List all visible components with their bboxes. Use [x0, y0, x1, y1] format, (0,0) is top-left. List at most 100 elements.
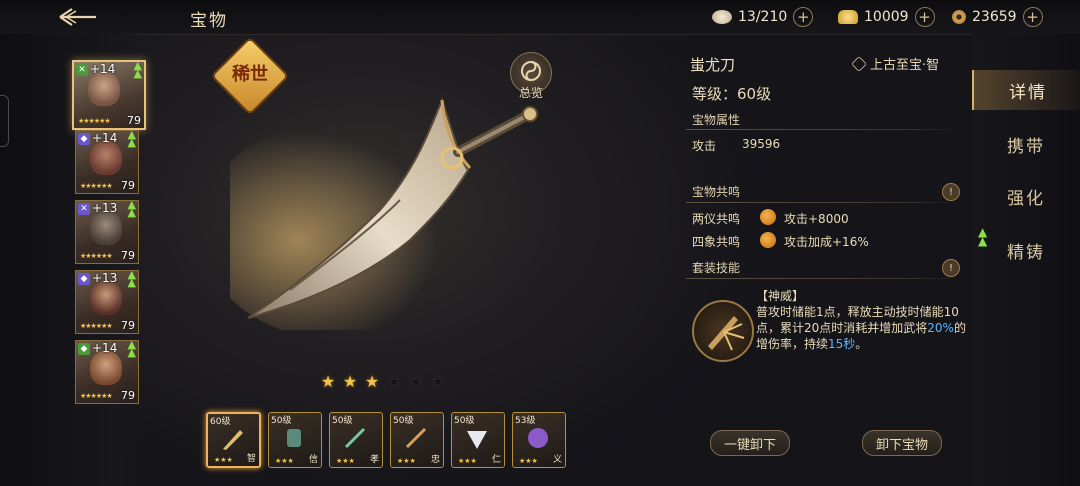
slot-stars: ★★★: [336, 457, 355, 465]
treasure-tag-text: 上古至宝·智: [870, 58, 940, 73]
add-coin-button[interactable]: +: [1022, 7, 1043, 27]
hero-type-badge-icon: ✕: [78, 203, 90, 215]
set-skill-info-icon[interactable]: !: [942, 259, 960, 277]
tab-refine[interactable]: 精铸: [972, 230, 1080, 270]
slot-char: 智: [246, 454, 256, 464]
treasure-slot[interactable]: 50级 ★★★ 孝: [329, 412, 383, 468]
add-gold-button[interactable]: +: [914, 7, 935, 27]
hero-portrait: [90, 211, 122, 245]
gold-ingot-icon: [838, 10, 858, 24]
skill-description: 【神威】 普攻时储能1点，释放主动技时储能10点，累计20点时消耗并增加武将20…: [756, 288, 970, 352]
page-title: 宝物: [190, 11, 228, 31]
feather-fan-icon: [467, 431, 487, 449]
hero-card[interactable]: ✕ +13 ▲ ▲ ★★★★★★ 79: [75, 199, 139, 264]
set-skill-section-title: 套装技能: [692, 261, 741, 275]
skill-duration: 15秒: [828, 337, 856, 351]
hero-portrait: [90, 281, 122, 315]
upgrade-arrow-icon: ▲ ▲: [978, 225, 988, 248]
back-arrow-icon[interactable]: [58, 6, 98, 28]
tab-details[interactable]: 详情: [972, 70, 1080, 110]
blade-icon: [223, 430, 243, 450]
star-filled-icon: ★: [320, 372, 336, 391]
armor-icon: [287, 429, 301, 447]
weapon-image: [230, 97, 538, 330]
treasure-name: 蚩尤刀: [690, 56, 736, 74]
treasure-slot[interactable]: 50级 ★★★ 信: [268, 412, 322, 468]
hero-stars: ★★★★★★: [80, 252, 113, 260]
side-handle[interactable]: [0, 95, 9, 147]
hero-plus: +14: [92, 131, 118, 145]
hero-plus: +13: [92, 271, 118, 285]
upgrade-arrow-icon: ▲ ▲: [127, 128, 136, 149]
resonance-name: 四象共鸣: [692, 235, 741, 249]
tab-carry[interactable]: 携带: [972, 124, 1080, 164]
hero-level: 79: [127, 114, 141, 127]
slot-char: 仁: [491, 455, 501, 465]
resonance-effect: 攻击加成+16%: [784, 235, 869, 249]
slot-stars: ★★★: [214, 456, 233, 464]
hero-card[interactable]: ◆ +13 ▲ ▲ ★★★★★★ 79: [75, 268, 139, 334]
skill-desc-3: 。: [855, 337, 868, 351]
tag-hex-icon: [851, 55, 867, 72]
treasure-slot[interactable]: 50级 ★★★ 仁: [451, 412, 505, 468]
bow-icon: [344, 427, 366, 449]
hero-portrait: [90, 351, 122, 385]
blade-burst-icon: [708, 316, 745, 351]
hero-type-badge-icon: ◆: [78, 133, 90, 145]
copper-coin-icon: [952, 10, 966, 24]
unequip-all-button[interactable]: 一键卸下: [710, 430, 790, 456]
unequip-treasure-button[interactable]: 卸下宝物: [862, 430, 942, 456]
yinyang-icon: [760, 232, 776, 248]
treasure-slot[interactable]: 53级 ★★★ 义: [512, 412, 566, 468]
hero-level: 79: [121, 319, 135, 332]
divider: [686, 278, 962, 279]
hero-type-badge-icon: ◆: [78, 273, 90, 285]
hero-type-badge-icon: ◆: [78, 343, 90, 355]
treasure-level: 等级：60级: [692, 85, 772, 103]
resonance-section-title: 宝物共鸣: [692, 185, 741, 199]
hero-stars: ★★★★★★: [80, 322, 113, 330]
food-icon: [712, 10, 732, 24]
hero-level: 79: [121, 389, 135, 402]
hero-card[interactable]: ✕ +14 ▲ ▲ ★★★★★★ 79: [72, 60, 146, 130]
star-empty-icon: ★: [408, 372, 424, 391]
resource-coin: 23659 +: [952, 6, 1043, 28]
treasure-slots: 60级 ★★★ 智 50级 ★★★ 信 50级 ★★★ 孝 50级 ★★★ 忠 …: [206, 412, 566, 468]
skill-percent: 20%: [927, 321, 954, 335]
seal-icon: [528, 428, 548, 448]
slot-char: 义: [552, 455, 562, 465]
slot-char: 忠: [430, 455, 440, 465]
slot-stars: ★★★: [275, 457, 294, 465]
hero-card[interactable]: ◆ +14 ▲ ▲ ★★★★★★ 79: [75, 338, 139, 404]
star-filled-icon: ★: [364, 372, 380, 391]
slot-stars: ★★★: [519, 457, 538, 465]
rarity-label: 稀世: [232, 64, 268, 85]
resource-food-value: 13/210: [738, 9, 788, 25]
upgrade-arrow-icon: ▲ ▲: [127, 338, 136, 359]
skill-icon: [692, 300, 754, 362]
slot-stars: ★★★: [458, 457, 477, 465]
yinyang-icon: [760, 209, 776, 225]
treasure-slot[interactable]: 50级 ★★★ 忠: [390, 412, 444, 468]
tab-enhance[interactable]: 强化: [972, 176, 1080, 216]
hero-type-badge-icon: ✕: [76, 64, 88, 76]
divider: [686, 129, 962, 130]
resource-gold: 10009 +: [838, 6, 935, 28]
add-food-button[interactable]: +: [793, 7, 814, 27]
spear-icon: [405, 427, 427, 449]
resonance-info-icon[interactable]: !: [942, 183, 960, 201]
hero-portrait: [88, 72, 120, 106]
upgrade-arrow-icon: ▲ ▲: [133, 59, 142, 80]
resource-food: 13/210 +: [712, 6, 814, 28]
slot-char: 信: [308, 455, 318, 465]
hero-plus: +14: [90, 62, 116, 76]
hero-level: 79: [121, 179, 135, 192]
hero-level: 79: [121, 249, 135, 262]
top-bar: 宝物 13/210 + 10009 + 23659 +: [0, 0, 1080, 35]
hero-card[interactable]: ◆ +14 ▲ ▲ ★★★★★★ 79: [75, 128, 139, 194]
resource-coin-value: 23659: [972, 9, 1017, 25]
resonance-name: 两仪共鸣: [692, 212, 741, 226]
treasure-slot[interactable]: 60级 ★★★ 智: [206, 412, 261, 468]
resonance-effect: 攻击+8000: [784, 212, 849, 226]
upgrade-arrow-icon: ▲ ▲: [127, 268, 136, 289]
